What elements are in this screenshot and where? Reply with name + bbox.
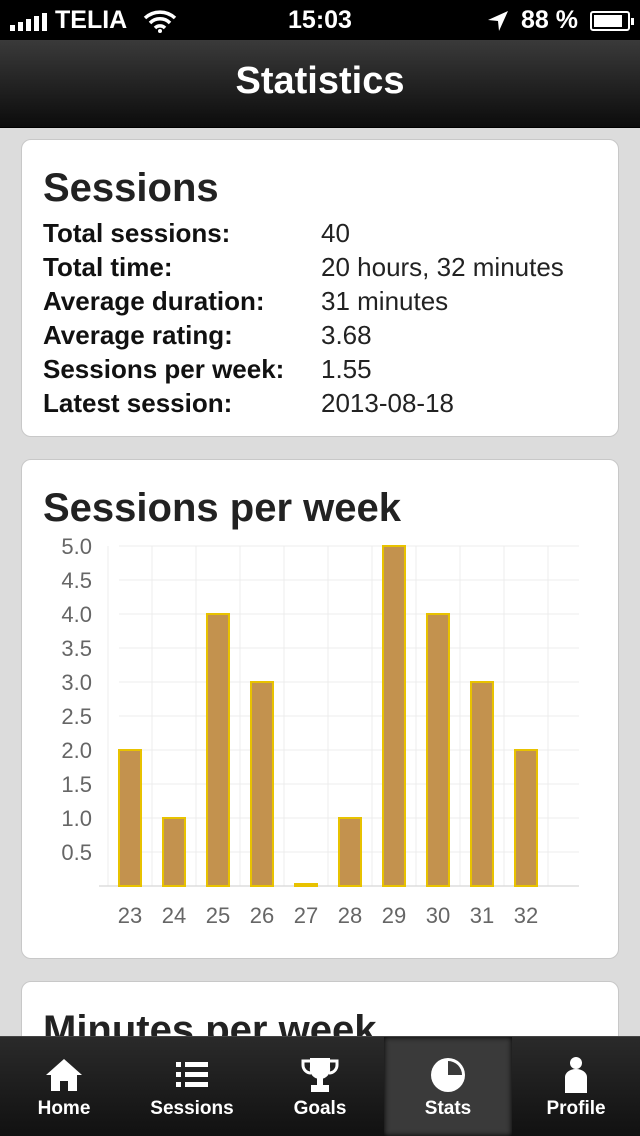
sessions-card: Sessions Total sessions: 40 Total time: 20 …	[21, 139, 619, 437]
list-icon	[176, 1062, 208, 1087]
x-tick-label: 25	[206, 903, 230, 928]
bar	[338, 817, 362, 887]
stat-label: Total time:	[43, 251, 173, 282]
person-icon	[565, 1057, 587, 1093]
stat-row: Average rating: 3.68	[43, 318, 564, 352]
x-tick-label: 26	[250, 903, 274, 928]
y-tick-label: 3.0	[61, 670, 92, 695]
tab-goals[interactable]: Goals	[256, 1037, 384, 1136]
stat-row: Total time: 20 hours, 32 minutes	[43, 250, 564, 284]
location-arrow-icon	[488, 10, 509, 31]
minutes-per-week-card: Minutes per week	[21, 981, 619, 1036]
x-tick-label: 30	[426, 903, 450, 928]
status-right: 88 %	[487, 6, 634, 35]
tab-sessions[interactable]: Sessions	[128, 1037, 256, 1136]
stat-value: 20 hours, 32 minutes	[321, 251, 564, 282]
y-tick-label: 3.5	[61, 636, 92, 661]
tab-stats-label: Stats	[424, 1098, 472, 1119]
stat-value: 3.68	[321, 319, 372, 350]
battery-icon	[590, 10, 634, 31]
x-tick-label: 31	[470, 903, 494, 928]
minutes-card-title: Minutes per week	[43, 1008, 377, 1036]
bar	[426, 613, 450, 887]
sessions-stats: Total sessions: 40 Total time: 20 hours, 32…	[43, 216, 564, 420]
y-tick-label: 5.0	[61, 534, 92, 559]
x-tick-label: 32	[514, 903, 538, 928]
y-tick-label: 4.0	[61, 602, 92, 627]
tab-profile-label: Profile	[546, 1098, 606, 1119]
bar	[382, 545, 406, 887]
page-title: Statistics	[235, 60, 405, 102]
x-tick-label: 24	[162, 903, 186, 928]
tab-bar: Home Sessions Goals Stats Profile	[0, 1036, 640, 1136]
y-tick-label: 2.0	[61, 738, 92, 763]
stat-label: Sessions per week:	[43, 353, 285, 384]
tab-goals-label: Goals	[293, 1098, 347, 1119]
bar	[470, 681, 494, 887]
stat-row: Average duration: 31 minutes	[43, 284, 564, 318]
stat-row: Sessions per week: 1.55	[43, 352, 564, 386]
trophy-icon	[301, 1058, 339, 1092]
sessions-card-title: Sessions	[43, 166, 219, 210]
status-bar: TELIA 15:03 88 %	[0, 0, 640, 40]
stat-label: Latest session:	[43, 387, 233, 418]
bar	[294, 883, 318, 887]
bar	[250, 681, 274, 887]
y-tick-label: 1.0	[61, 806, 92, 831]
y-tick-label: 0.5	[61, 840, 92, 865]
battery-percent: 88 %	[521, 6, 578, 34]
x-tick-label: 23	[118, 903, 142, 928]
stat-row: Latest session: 2013-08-18	[43, 386, 564, 420]
stat-value: 31 minutes	[321, 285, 449, 316]
stat-row: Total sessions: 40	[43, 216, 564, 250]
pie-chart-icon	[431, 1058, 465, 1092]
stat-value: 1.55	[321, 353, 372, 384]
y-tick-label: 4.5	[61, 568, 92, 593]
bar	[162, 817, 186, 887]
navigation-bar: Statistics	[0, 40, 640, 128]
tab-sessions-label: Sessions	[150, 1098, 234, 1119]
stat-label: Average rating:	[43, 319, 233, 350]
x-tick-label: 29	[382, 903, 406, 928]
tab-stats[interactable]: Stats	[384, 1037, 512, 1136]
tab-home[interactable]: Home	[0, 1037, 128, 1136]
stat-value: 40	[321, 217, 350, 248]
tab-home-label: Home	[37, 1098, 91, 1119]
x-tick-label: 28	[338, 903, 362, 928]
scroll-content[interactable]: Sessions Total sessions: 40 Total time: 20 …	[0, 128, 640, 1036]
bar	[118, 749, 142, 887]
stat-label: Average duration:	[43, 285, 265, 316]
bar	[206, 613, 230, 887]
stat-label: Total sessions:	[43, 217, 231, 248]
stat-value: 2013-08-18	[321, 387, 454, 418]
y-tick-label: 1.5	[61, 772, 92, 797]
sessions-per-week-card: Sessions per week 0.5 1.0 1.5 2.0 2.5 3.0 3.5 4…	[21, 459, 619, 959]
x-tick-label: 27	[294, 903, 318, 928]
bar	[514, 749, 538, 887]
tab-profile[interactable]: Profile	[512, 1037, 640, 1136]
sessions-per-week-chart: 0.5 1.0 1.5 2.0 2.5 3.0 3.5 4.0 4.5 5.0 23 24 25 26 27…	[61, 534, 579, 928]
home-icon	[46, 1059, 82, 1091]
y-tick-label: 2.5	[61, 704, 92, 729]
